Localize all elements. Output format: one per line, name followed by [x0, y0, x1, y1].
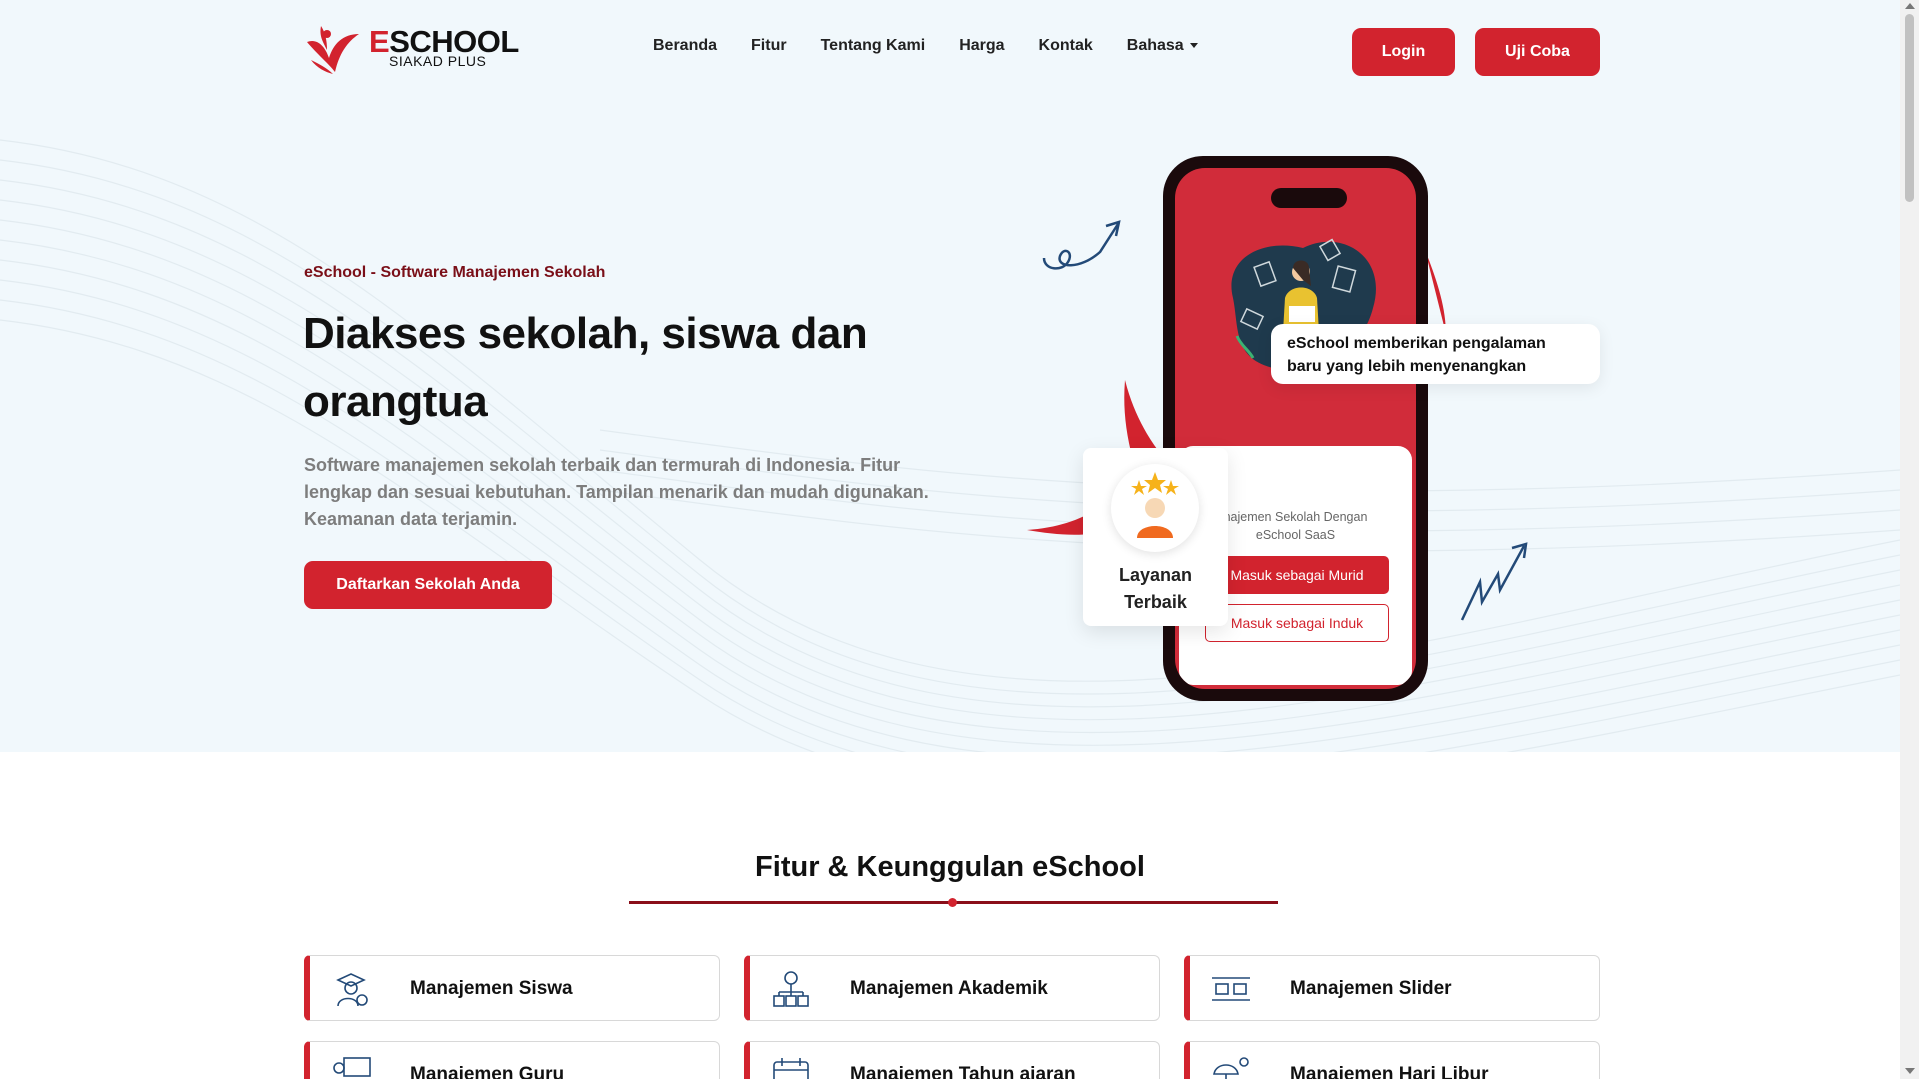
hero-headline: Diakses sekolah, siswa dan orangtua [303, 309, 868, 426]
nav-beranda[interactable]: Beranda [653, 37, 717, 55]
language-label: Bahasa [1126, 37, 1184, 54]
scroll-down-arrow-icon[interactable] [1905, 1068, 1915, 1074]
feature-label: Manajemen Siswa [410, 978, 573, 999]
login-parent-button[interactable]: Masuk sebagai Induk [1205, 604, 1389, 642]
language-dropdown[interactable]: Bahasa [1127, 37, 1198, 55]
calendar-year-icon [773, 1058, 809, 1079]
teacher-board-icon [333, 1057, 371, 1077]
feature-label: Manajemen Hari Libur [1290, 1064, 1489, 1079]
feature-label: Manajemen Guru [410, 1064, 565, 1079]
feature-label: Manajemen Akademik [850, 978, 1048, 999]
slider-layout-icon [1212, 977, 1250, 1001]
hero-section [0, 0, 1900, 752]
feature-card-slider[interactable]: Manajemen Slider [1184, 955, 1600, 1021]
features-title: Fitur & Keunggulan eSchool [755, 851, 1145, 883]
best-service-badge: Layanan Terbaik [1083, 448, 1228, 626]
feature-card-school-year[interactable]: Manajemen Tahun ajaran [744, 1041, 1160, 1079]
main-nav: Beranda Fitur Tentang Kami Harga Kontak … [653, 37, 1198, 55]
register-school-button[interactable]: Daftarkan Sekolah Anda [304, 561, 552, 609]
feature-card-student[interactable]: Manajemen Siswa [304, 955, 720, 1021]
login-student-button[interactable]: Masuk sebagai Murid [1205, 556, 1389, 594]
phone-notch [1271, 188, 1347, 208]
nav-harga[interactable]: Harga [959, 37, 1004, 55]
login-button[interactable]: Login [1352, 28, 1455, 76]
eschool-logo[interactable]: ESCHOOL SIAKAD PLUS [303, 20, 519, 74]
scroll-thumb[interactable] [1905, 14, 1914, 202]
logo-subtitle: SIAKAD PLUS [389, 53, 487, 69]
feature-label: Manajemen Slider [1290, 978, 1452, 999]
scroll-up-arrow-icon[interactable] [1905, 3, 1915, 9]
experience-callout: eSchool memberikan pengalaman baru yang … [1271, 324, 1600, 384]
stars-person-icon [1131, 472, 1179, 538]
feature-card-teacher[interactable]: Manajemen Guru [304, 1041, 720, 1079]
nav-fitur[interactable]: Fitur [751, 37, 787, 55]
hero-eyebrow: eSchool - Software Manajemen Sekolah [304, 264, 606, 281]
feature-label: Manajemen Tahun ajaran [850, 1064, 1076, 1079]
holiday-umbrella-icon [1213, 1057, 1249, 1079]
nav-tentang-kami[interactable]: Tentang Kami [821, 37, 926, 55]
trial-button[interactable]: Uji Coba [1475, 28, 1600, 76]
hero-lead: Software manajemen sekolah terbaik dan t… [304, 455, 929, 529]
background-wave-lines [0, 139, 1900, 752]
feature-card-holiday[interactable]: Manajemen Hari Libur [1184, 1041, 1600, 1079]
title-underline-dot [948, 898, 957, 907]
badge-label: Layanan Terbaik [1118, 565, 1193, 612]
feature-card-academic[interactable]: Manajemen Akademik [744, 955, 1160, 1021]
chevron-down-icon [1189, 43, 1198, 49]
student-gear-icon [336, 973, 368, 1007]
academic-network-icon [773, 971, 809, 1007]
nav-kontak[interactable]: Kontak [1039, 37, 1093, 55]
page-scrollbar[interactable] [1900, 0, 1919, 1079]
badge-avatar-circle [1111, 464, 1199, 552]
eschool-bird-logo-icon [307, 26, 359, 74]
